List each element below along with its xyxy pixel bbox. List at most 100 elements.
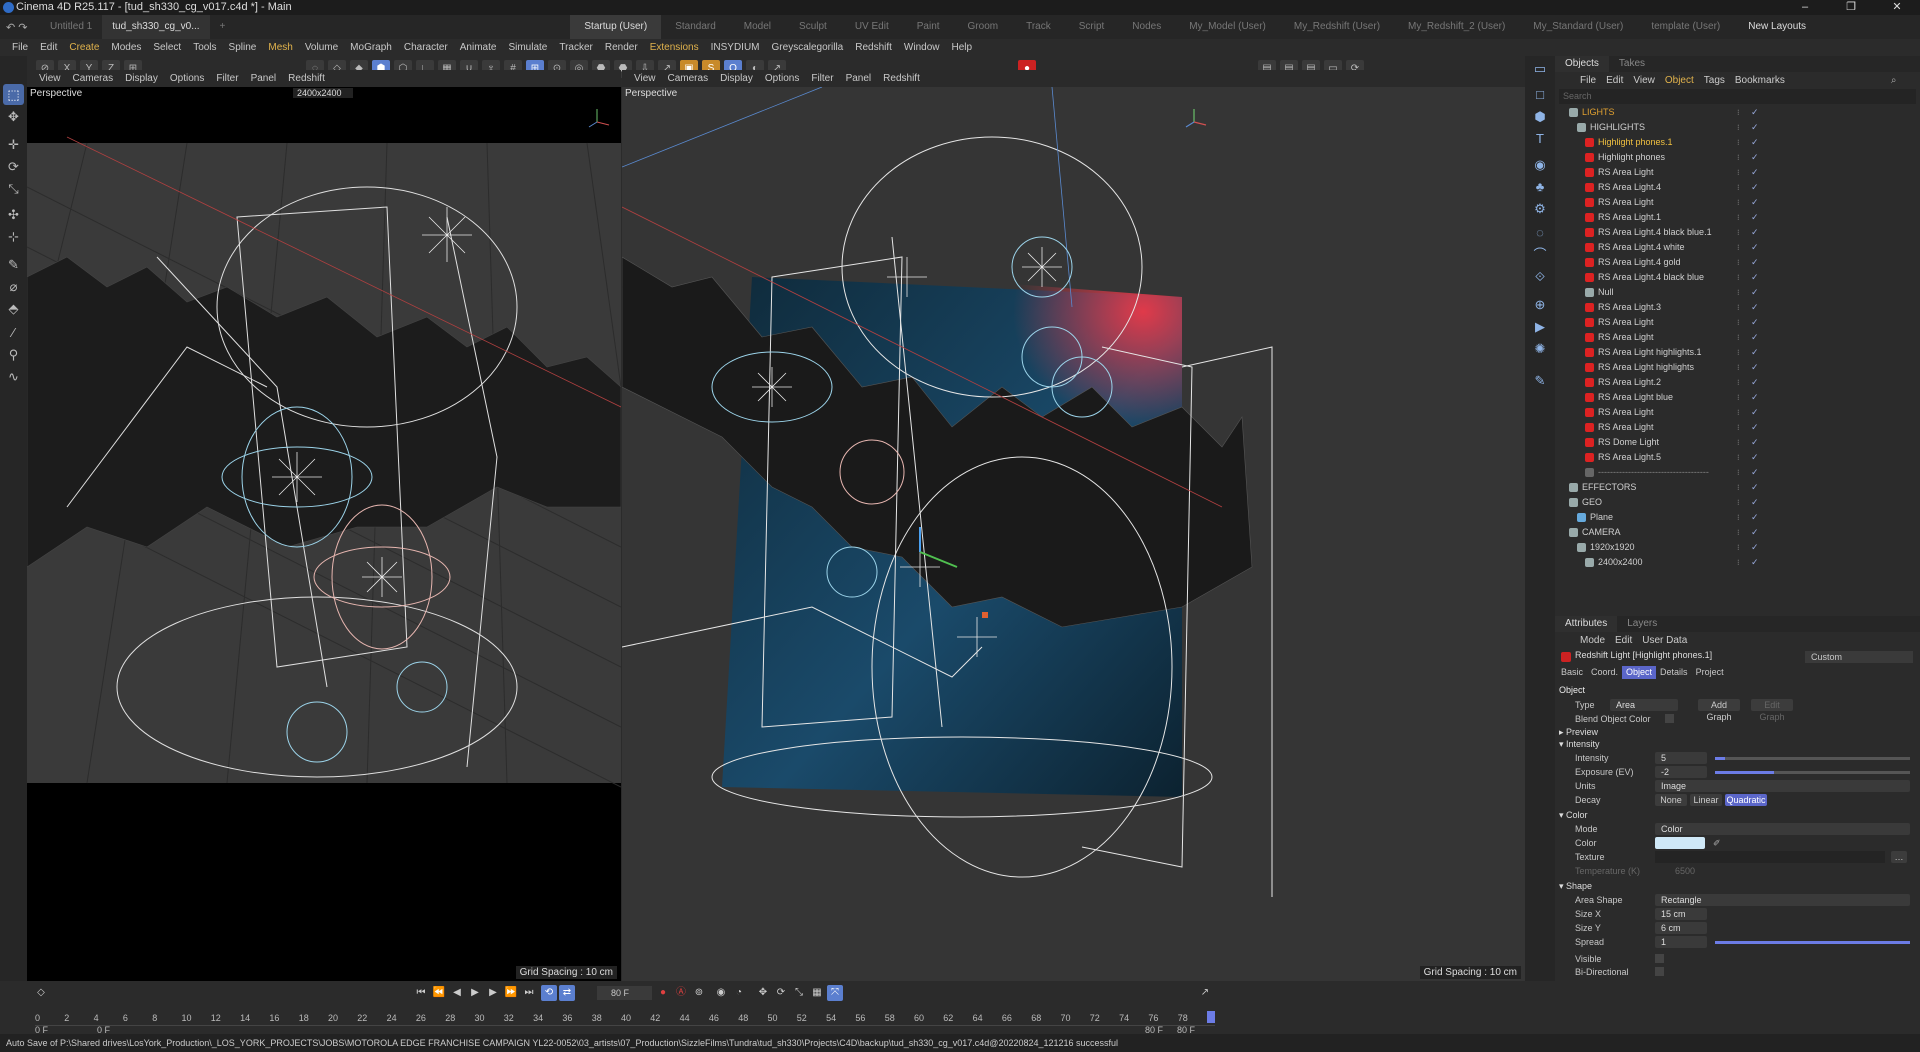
object-name[interactable]: LIGHTS (1582, 105, 1615, 120)
decay-quadratic-button[interactable]: Quadratic (1725, 794, 1767, 806)
enabled-check-icon[interactable]: ✓ (1751, 555, 1759, 570)
object-row[interactable]: HIGHLIGHTS ⁝ ✓ (1555, 120, 1920, 135)
select-tool-icon[interactable]: ⬚ (3, 84, 24, 105)
cube-icon[interactable]: □ (1529, 84, 1551, 106)
axis-tool-icon[interactable]: ⊹ (3, 226, 24, 247)
object-name[interactable]: Plane (1590, 510, 1613, 525)
decay-linear-button[interactable]: Linear (1690, 794, 1722, 806)
menu-help[interactable]: Help (946, 42, 979, 53)
object-name[interactable]: RS Area Light (1598, 420, 1654, 435)
enabled-check-icon[interactable]: ✓ (1751, 285, 1759, 300)
object-row[interactable]: RS Area Light.1 ⁝ ✓ (1555, 210, 1920, 225)
new-doc-tab-button[interactable]: + (210, 15, 236, 39)
vp-menu-options[interactable]: Options (164, 73, 210, 84)
object-row[interactable]: 2400x2400 ⁝ ✓ (1555, 555, 1920, 570)
visibility-dots-icon[interactable]: ⁝ (1737, 525, 1740, 540)
menu-animate[interactable]: Animate (454, 42, 503, 53)
object-row[interactable]: RS Area Light blue ⁝ ✓ (1555, 390, 1920, 405)
object-name[interactable]: HIGHLIGHTS (1590, 120, 1645, 135)
object-row[interactable]: Highlight phones.1 ⁝ ✓ (1555, 135, 1920, 150)
object-name[interactable]: RS Area Light.4 (1598, 180, 1661, 195)
layout-tab[interactable]: Nodes (1118, 15, 1175, 39)
knife-icon[interactable]: ⌀ (3, 276, 24, 297)
object-name[interactable]: GEO (1582, 495, 1602, 510)
object-row[interactable]: GEO ⁝ ✓ (1555, 495, 1920, 510)
transform-icon[interactable]: ✣ (3, 204, 24, 225)
minimize-button[interactable]: – (1782, 0, 1828, 15)
visibility-dots-icon[interactable]: ⁝ (1737, 315, 1740, 330)
menu-tools[interactable]: Tools (187, 42, 222, 53)
layout-tab[interactable]: My_Model (User) (1175, 15, 1280, 39)
object-row[interactable]: RS Area Light ⁝ ✓ (1555, 315, 1920, 330)
menu-window[interactable]: Window (898, 42, 946, 53)
enabled-check-icon[interactable]: ✓ (1751, 255, 1759, 270)
layout-tab[interactable]: Script (1065, 15, 1119, 39)
new-layouts-button[interactable]: New Layouts (1734, 15, 1820, 39)
object-row[interactable]: RS Area Light.4 black blue ⁝ ✓ (1555, 270, 1920, 285)
object-row[interactable]: CAMERA ⁝ ✓ (1555, 525, 1920, 540)
visibility-dots-icon[interactable]: ⁝ (1737, 405, 1740, 420)
light-icon[interactable]: ✺ (1529, 338, 1551, 360)
scene-icon[interactable]: ⟐ (1529, 266, 1551, 288)
visibility-dots-icon[interactable]: ⁝ (1737, 150, 1740, 165)
enabled-check-icon[interactable]: ✓ (1751, 300, 1759, 315)
menu-modes[interactable]: Modes (105, 42, 147, 53)
visibility-dots-icon[interactable]: ⁝ (1737, 450, 1740, 465)
layout-tab[interactable]: UV Edit (841, 15, 903, 39)
exposure-field[interactable]: -2 (1655, 766, 1707, 778)
mode-dropdown[interactable]: Color (1655, 823, 1910, 835)
enabled-check-icon[interactable]: ✓ (1751, 225, 1759, 240)
object-manager-icon[interactable]: ▭ (1529, 58, 1551, 80)
visibility-dots-icon[interactable]: ⁝ (1737, 465, 1740, 480)
layout-tab[interactable]: template (User) (1637, 15, 1734, 39)
enabled-check-icon[interactable]: ✓ (1751, 120, 1759, 135)
menu-character[interactable]: Character (398, 42, 454, 53)
visibility-dots-icon[interactable]: ⁝ (1737, 195, 1740, 210)
vp-menu-options[interactable]: Options (759, 73, 805, 84)
visibility-dots-icon[interactable]: ⁝ (1737, 165, 1740, 180)
tab-takes[interactable]: Takes (1609, 56, 1655, 72)
object-row[interactable]: Highlight phones ⁝ ✓ (1555, 150, 1920, 165)
object-search-input[interactable]: Search (1559, 89, 1916, 104)
subtab-project[interactable]: Project (1692, 666, 1728, 679)
layout-tab[interactable]: Startup (User) (570, 15, 662, 39)
visibility-dots-icon[interactable]: ⁝ (1737, 420, 1740, 435)
menu-greyscalegorilla[interactable]: Greyscalegorilla (766, 42, 850, 53)
object-name[interactable]: RS Area Light.4 gold (1598, 255, 1681, 270)
enabled-check-icon[interactable]: ✓ (1751, 165, 1759, 180)
visibility-dots-icon[interactable]: ⁝ (1737, 285, 1740, 300)
object-row[interactable]: RS Area Light.4 gold ⁝ ✓ (1555, 255, 1920, 270)
add-graph-button[interactable]: Add Graph (1698, 699, 1740, 722)
object-name[interactable]: RS Area Light.4 black blue (1598, 270, 1704, 285)
enabled-check-icon[interactable]: ✓ (1751, 495, 1759, 510)
viewport-right-canvas[interactable]: Perspective Grid Spacing : 10 cm (622, 87, 1525, 981)
object-row[interactable]: RS Area Light.5 ⁝ ✓ (1555, 450, 1920, 465)
exposure-slider[interactable] (1715, 771, 1910, 774)
viewport-left-canvas[interactable]: Perspective 2400x2400 Grid Spacing : 10 … (27, 87, 621, 981)
intensity-field[interactable]: 5 (1655, 752, 1707, 764)
object-name[interactable]: ------------------------------------- (1598, 465, 1709, 480)
polygon-pen-icon[interactable]: ✎ (3, 254, 24, 275)
object-name[interactable]: RS Area Light (1598, 330, 1654, 345)
spread-slider[interactable] (1715, 941, 1910, 944)
object-name[interactable]: 2400x2400 (1598, 555, 1643, 570)
menu-extensions[interactable]: Extensions (644, 42, 705, 53)
size-y-field[interactable]: 6 cm (1655, 922, 1707, 934)
undo-redo-icon[interactable]: ↶ ↷ (0, 21, 40, 34)
vp-menu-panel[interactable]: Panel (840, 73, 878, 84)
vp-menu-display[interactable]: Display (714, 73, 759, 84)
rotate-tool-icon[interactable]: ⟳ (3, 156, 24, 177)
visibility-dots-icon[interactable]: ⁝ (1737, 225, 1740, 240)
object-name[interactable]: RS Area Light.2 (1598, 375, 1661, 390)
object-row[interactable]: RS Area Light ⁝ ✓ (1555, 330, 1920, 345)
visibility-dots-icon[interactable]: ⁝ (1737, 435, 1740, 450)
primitive-icon[interactable]: ⬢ (1529, 106, 1551, 128)
object-name[interactable]: EFFECTORS (1582, 480, 1636, 495)
vp-menu-cameras[interactable]: Cameras (67, 73, 120, 84)
blend-checkbox[interactable] (1665, 714, 1674, 723)
menu-simulate[interactable]: Simulate (502, 42, 553, 53)
object-row[interactable]: ------------------------------------- ⁝ ✓ (1555, 465, 1920, 480)
layout-tab[interactable]: Paint (903, 15, 954, 39)
object-name[interactable]: RS Area Light.4 black blue.1 (1598, 225, 1712, 240)
field-icon[interactable]: ◌ (1529, 222, 1551, 244)
